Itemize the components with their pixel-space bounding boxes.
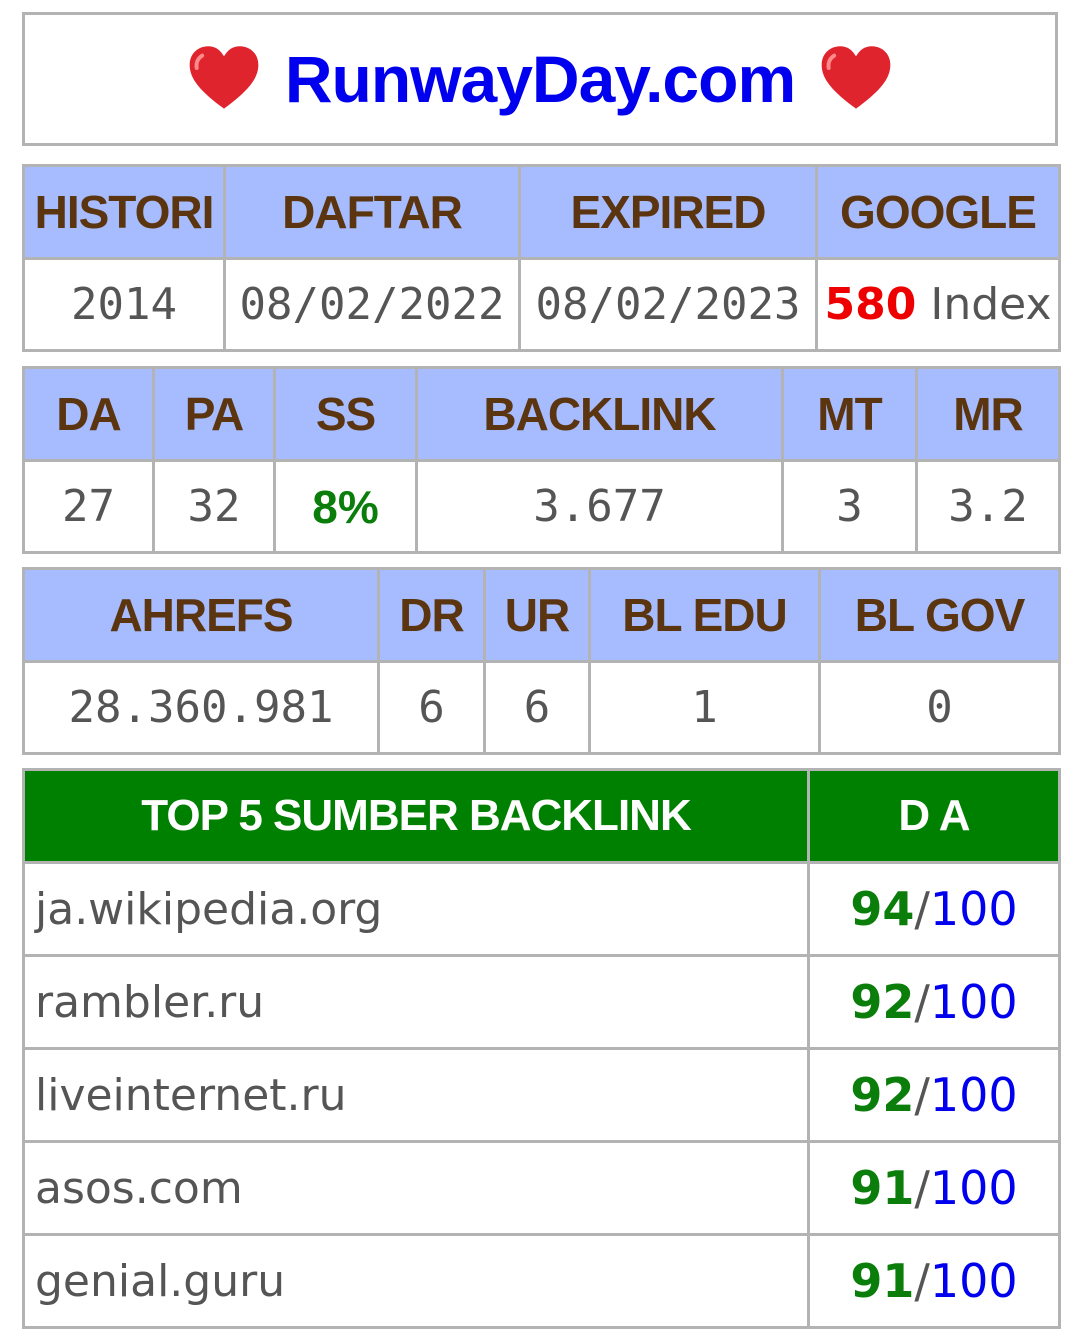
score-value: 92 (850, 975, 915, 1029)
backlink-score: 92/100 (807, 954, 1061, 1050)
score-separator: / (914, 1068, 930, 1122)
backlink-domain[interactable]: genial.guru (22, 1233, 810, 1329)
value-dr: 6 (377, 660, 486, 755)
score-max: 100 (929, 1161, 1018, 1215)
value-google: 580 Index (815, 257, 1061, 352)
backlink-score: 91/100 (807, 1233, 1061, 1329)
table-row: liveinternet.ru 92/100 (22, 1047, 1061, 1143)
header-bl-edu: BL EDU (588, 567, 821, 663)
value-mr: 3.2 (915, 459, 1061, 554)
backlink-domain[interactable]: ja.wikipedia.org (22, 861, 810, 957)
value-ss: 8% (273, 459, 418, 554)
value-backlink: 3.677 (415, 459, 784, 554)
value-pa: 32 (152, 459, 276, 554)
ahrefs-metrics-table: AHREFS DR UR BL EDU BL GOV 28.360.981 6 … (22, 567, 1061, 755)
score-separator: / (914, 975, 930, 1029)
header-google: GOOGLE (815, 164, 1061, 260)
site-title[interactable]: RunwayDay.com (285, 41, 796, 117)
header-da: DA (22, 366, 155, 462)
score-value: 91 (850, 1161, 915, 1215)
header-ss: SS (273, 366, 418, 462)
header-mr: MR (915, 366, 1061, 462)
score-separator: / (914, 1254, 930, 1308)
backlink-domain[interactable]: liveinternet.ru (22, 1047, 810, 1143)
table-row: asos.com 91/100 (22, 1140, 1061, 1236)
value-bl-gov: 0 (818, 660, 1061, 755)
score-value: 92 (850, 1068, 915, 1122)
score-separator: / (914, 1161, 930, 1215)
value-expired: 08/02/2023 (518, 257, 818, 352)
header-histori: HISTORI (22, 164, 226, 260)
header-expired: EXPIRED (518, 164, 818, 260)
value-ahrefs: 28.360.981 (22, 660, 380, 755)
spam-score: 8% (312, 480, 379, 533)
backlink-score: 91/100 (807, 1140, 1061, 1236)
score-separator: / (914, 882, 930, 936)
backlink-score: 92/100 (807, 1047, 1061, 1143)
header-daftar: DAFTAR (223, 164, 521, 260)
header-dr: DR (377, 567, 486, 663)
table-row: genial.guru 91/100 (22, 1233, 1061, 1329)
heart-icon (821, 46, 891, 109)
top-backlinks-table: TOP 5 SUMBER BACKLINK D A ja.wikipedia.o… (22, 768, 1061, 1329)
score-max: 100 (929, 1254, 1018, 1308)
header-pa: PA (152, 366, 276, 462)
header-da-score: D A (807, 768, 1061, 864)
value-histori: 2014 (22, 257, 226, 352)
backlink-domain[interactable]: rambler.ru (22, 954, 810, 1050)
header-top-sources: TOP 5 SUMBER BACKLINK (22, 768, 810, 864)
table-row: ja.wikipedia.org 94/100 (22, 861, 1061, 957)
header-ahrefs: AHREFS (22, 567, 380, 663)
value-mt: 3 (781, 459, 918, 554)
header-bl-gov: BL GOV (818, 567, 1061, 663)
table-row: rambler.ru 92/100 (22, 954, 1061, 1050)
value-ur: 6 (483, 660, 591, 755)
score-max: 100 (929, 882, 1018, 936)
score-value: 94 (850, 882, 915, 936)
backlink-score: 94/100 (807, 861, 1061, 957)
backlink-domain[interactable]: asos.com (22, 1140, 810, 1236)
google-index-count: 580 (824, 279, 917, 330)
site-title-banner: RunwayDay.com (22, 12, 1058, 146)
heart-icon (189, 46, 259, 109)
score-max: 100 (929, 975, 1018, 1029)
score-value: 91 (850, 1254, 915, 1308)
header-ur: UR (483, 567, 591, 663)
value-bl-edu: 1 (588, 660, 821, 755)
domain-info-table: HISTORI DAFTAR EXPIRED GOOGLE 2014 08/02… (22, 164, 1061, 352)
score-max: 100 (929, 1068, 1018, 1122)
header-mt: MT (781, 366, 918, 462)
value-da: 27 (22, 459, 155, 554)
moz-metrics-table: DA PA SS BACKLINK MT MR 27 32 8% 3.677 3… (22, 366, 1061, 554)
header-backlink: BACKLINK (415, 366, 784, 462)
google-index-label: Index (930, 279, 1052, 330)
value-daftar: 08/02/2022 (223, 257, 521, 352)
